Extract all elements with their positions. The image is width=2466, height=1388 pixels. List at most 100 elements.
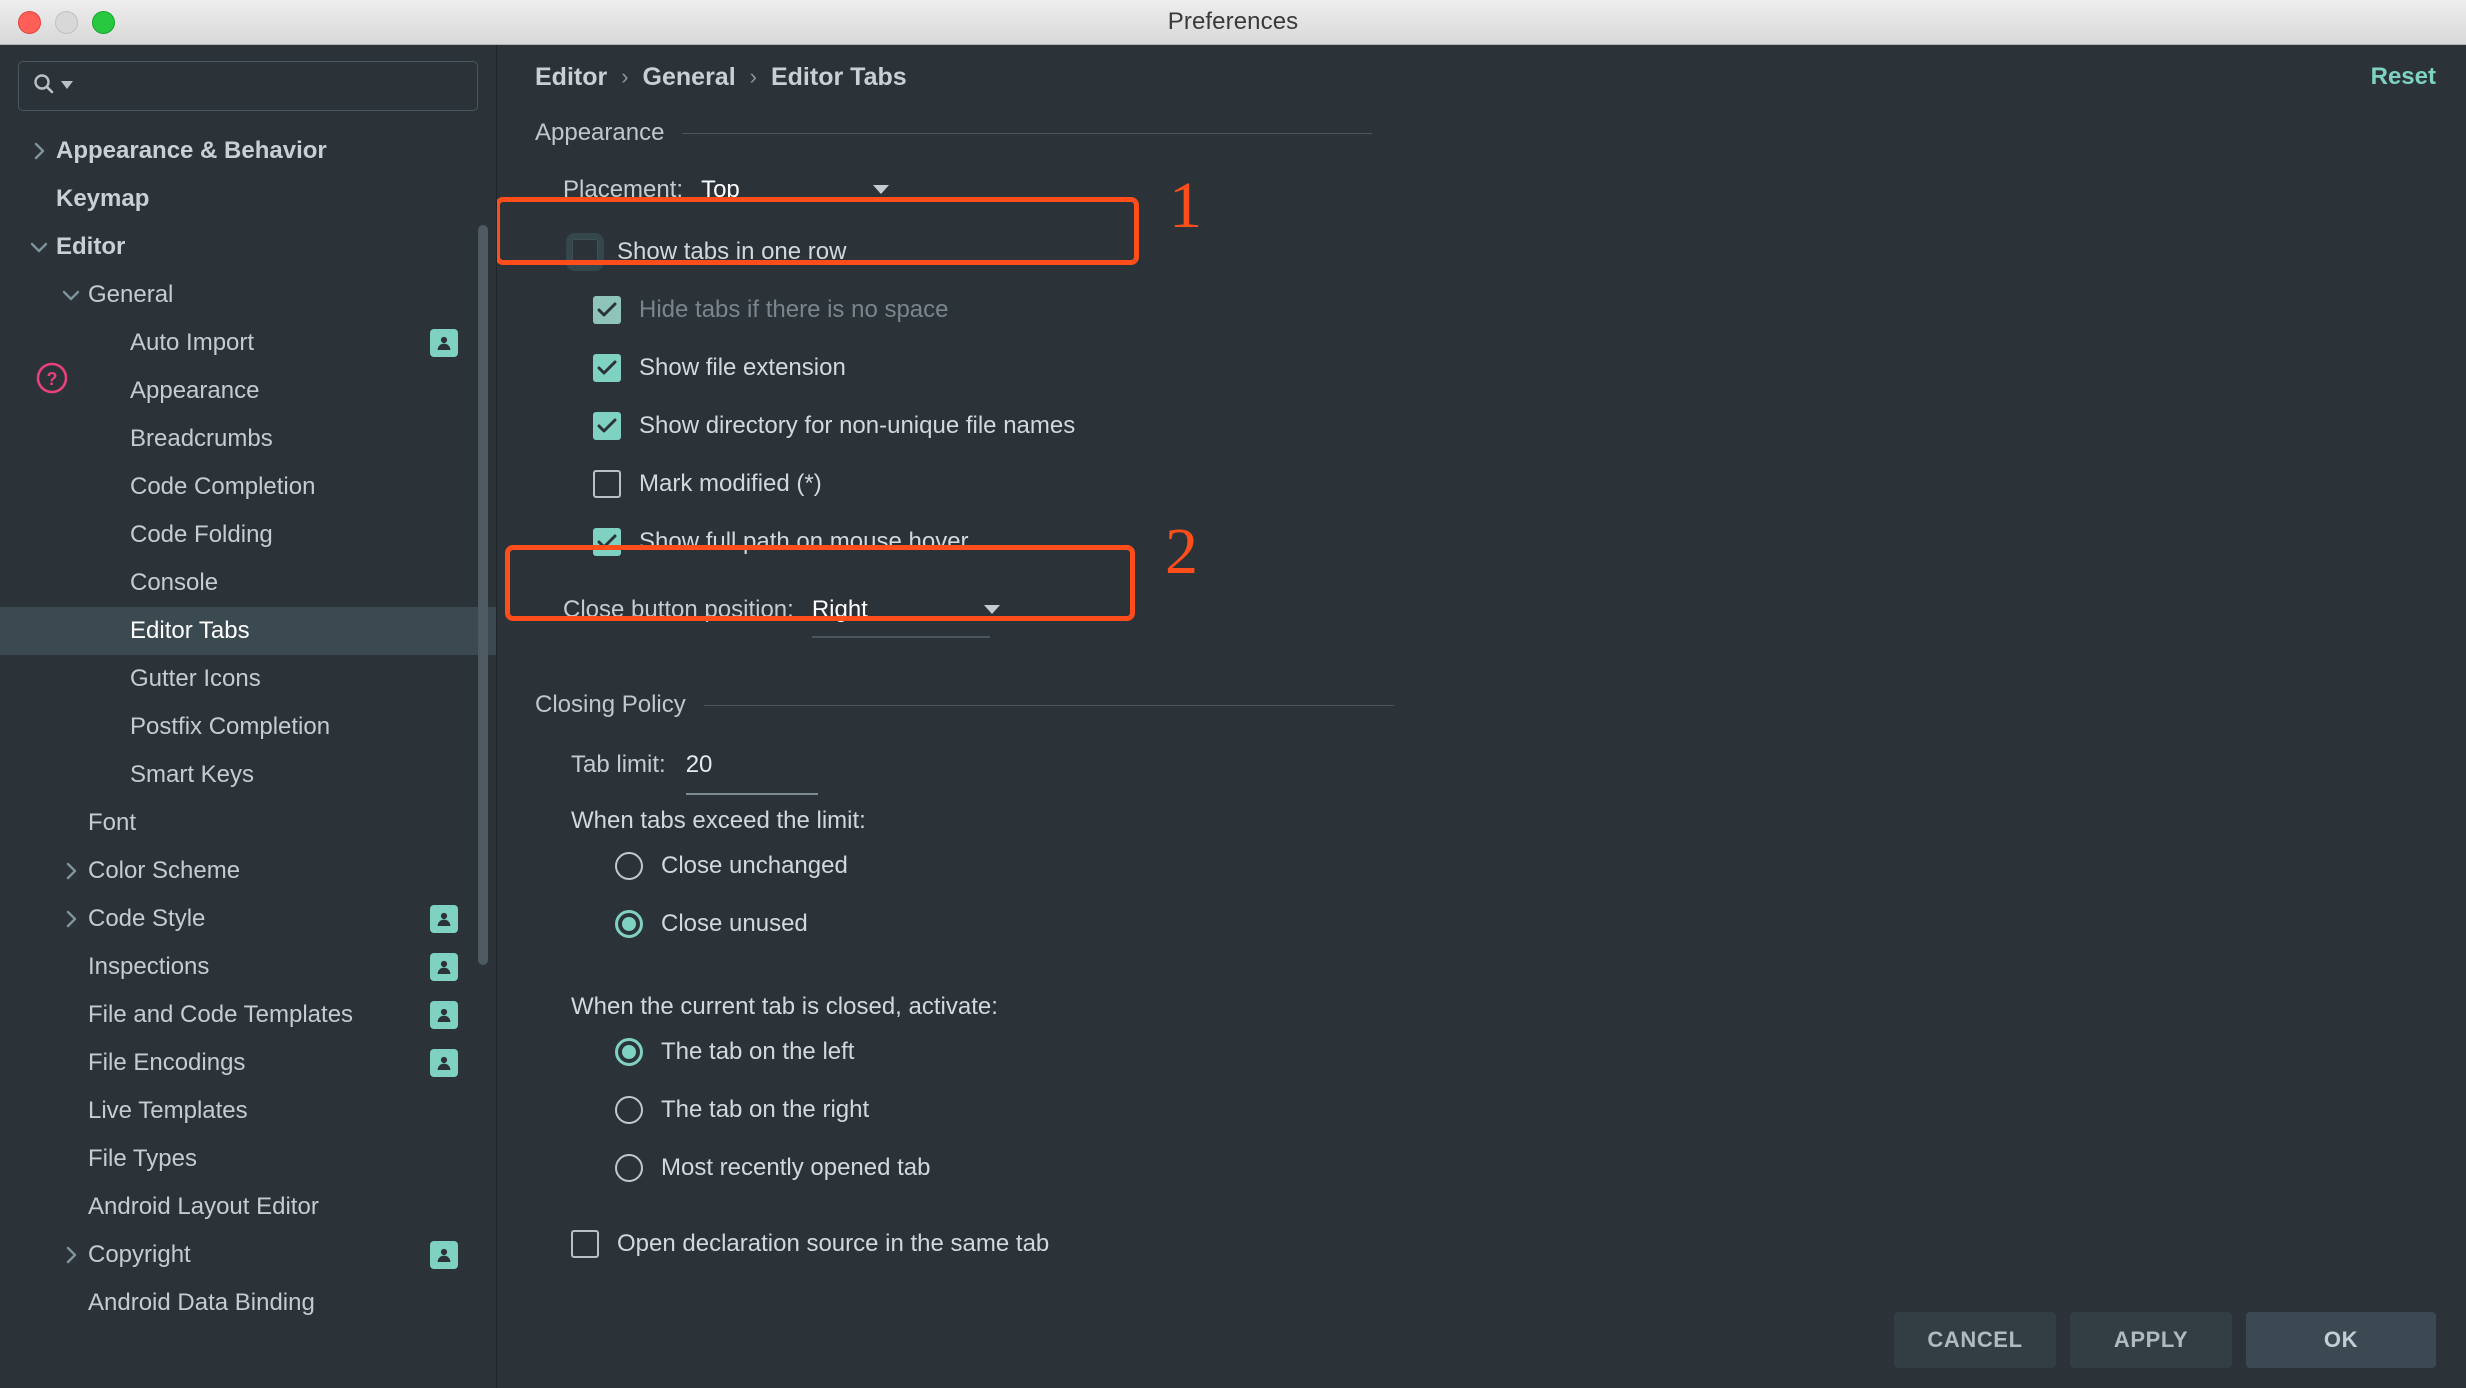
sidebar-item-code-completion[interactable]: Code Completion xyxy=(0,463,496,511)
minimize-button[interactable] xyxy=(55,10,78,34)
sidebar-item-color-scheme[interactable]: Color Scheme xyxy=(0,847,496,895)
sidebar-item-appearance-behavior[interactable]: Appearance & Behavior xyxy=(0,127,496,175)
apply-button[interactable]: APPLY xyxy=(2070,1312,2232,1368)
sidebar-item-breadcrumbs[interactable]: Breadcrumbs xyxy=(0,415,496,463)
chevron-right-icon[interactable] xyxy=(58,1242,84,1268)
close-unused-row[interactable]: Close unused xyxy=(615,895,2436,953)
sidebar-item-file-and-code-templates[interactable]: File and Code Templates xyxy=(0,991,496,1039)
close-unchanged-radio[interactable] xyxy=(615,852,643,880)
close-button[interactable] xyxy=(18,10,41,34)
open-declaration-label: Open declaration source in the same tab xyxy=(617,1230,1050,1257)
open-declaration-row[interactable]: Open declaration source in the same tab xyxy=(571,1215,2436,1273)
sidebar-item-smart-keys[interactable]: Smart Keys xyxy=(0,751,496,799)
sidebar-item-label: Console xyxy=(130,569,219,596)
sidebar-item-label: Gutter Icons xyxy=(130,665,261,692)
close-unchanged-row[interactable]: Close unchanged xyxy=(615,837,2436,895)
sidebar-item-label: Editor Tabs xyxy=(130,617,250,644)
when-tabs-exceed-label: When tabs exceed the limit: xyxy=(571,807,866,834)
section-divider xyxy=(682,132,1373,134)
show-full-path-row[interactable]: Show full path on mouse hover xyxy=(593,513,2436,571)
project-scope-badge-icon xyxy=(430,953,458,981)
sidebar-item-label: Android Layout Editor xyxy=(88,1193,319,1220)
show-file-extension-row[interactable]: Show file extension xyxy=(593,339,2436,397)
sidebar-item-keymap[interactable]: Keymap xyxy=(0,175,496,223)
breadcrumb-item-editor[interactable]: Editor xyxy=(535,63,607,92)
sidebar-item-label: Appearance & Behavior xyxy=(56,137,327,164)
ok-button[interactable]: OK xyxy=(2246,1312,2436,1368)
show-tabs-in-one-row-checkbox[interactable] xyxy=(566,233,604,271)
sidebar-item-android-data-binding[interactable]: Android Data Binding xyxy=(0,1279,496,1327)
chevron-down-icon[interactable] xyxy=(26,234,52,260)
zoom-button[interactable] xyxy=(92,10,115,34)
show-directory-row[interactable]: Show directory for non-unique file names xyxy=(593,397,2436,455)
show-file-extension-checkbox[interactable] xyxy=(593,354,621,382)
sidebar-item-general[interactable]: General xyxy=(0,271,496,319)
search-dropdown-icon[interactable] xyxy=(61,77,73,95)
close-button-position-value: Right xyxy=(811,596,868,623)
sidebar-item-label: File Encodings xyxy=(88,1049,246,1076)
tab-limit-value: 20 xyxy=(685,751,713,778)
reset-link[interactable]: Reset xyxy=(2371,63,2436,91)
show-directory-checkbox[interactable] xyxy=(593,412,621,440)
tab-on-right-radio[interactable] xyxy=(615,1096,643,1124)
sidebar-item-file-types[interactable]: File Types xyxy=(0,1135,496,1183)
tab-on-right-label: The tab on the right xyxy=(661,1096,870,1123)
sidebar-item-code-folding[interactable]: Code Folding xyxy=(0,511,496,559)
tab-on-left-radio[interactable] xyxy=(615,1038,643,1066)
sidebar-item-label: File Types xyxy=(88,1145,197,1172)
placement-dropdown[interactable]: Top xyxy=(701,176,891,204)
tab-on-left-row[interactable]: The tab on the left xyxy=(615,1023,2436,1081)
window-controls xyxy=(18,0,115,44)
search-container xyxy=(0,45,496,121)
most-recently-opened-row[interactable]: Most recently opened tab xyxy=(615,1139,2436,1197)
hide-tabs-if-no-space-row: Hide tabs if there is no space xyxy=(593,281,2436,339)
section-divider xyxy=(703,704,1394,706)
sidebar-item-editor-tabs[interactable]: Editor Tabs xyxy=(0,607,496,655)
sidebar-scrollbar-thumb[interactable] xyxy=(478,225,488,965)
help-button[interactable]: ? xyxy=(32,358,72,1030)
project-scope-badge-icon xyxy=(430,1241,458,1269)
sidebar-item-font[interactable]: Font xyxy=(0,799,496,847)
tab-limit-input[interactable]: 20 xyxy=(685,751,818,795)
settings-main-panel: Editor › General › Editor Tabs Reset App… xyxy=(497,45,2466,1388)
sidebar-item-label: Copyright xyxy=(88,1241,191,1268)
sidebar-item-file-encodings[interactable]: File Encodings xyxy=(0,1039,496,1087)
most-recently-opened-label: Most recently opened tab xyxy=(661,1154,931,1181)
mark-modified-checkbox[interactable] xyxy=(593,470,621,498)
sidebar-item-editor[interactable]: Editor xyxy=(0,223,496,271)
chevron-right-icon[interactable] xyxy=(26,138,52,164)
settings-tree[interactable]: Appearance & Behavior Keymap Editor General… xyxy=(0,121,496,1388)
sidebar-item-inspections[interactable]: Inspections xyxy=(0,943,496,991)
show-tabs-in-one-row-row[interactable]: Show tabs in one row xyxy=(566,223,2436,281)
window-titlebar: Preferences xyxy=(0,0,2466,45)
most-recently-opened-radio[interactable] xyxy=(615,1154,643,1182)
search-input[interactable] xyxy=(18,61,478,111)
window-body: Appearance & Behavior Keymap Editor General… xyxy=(0,45,2466,1388)
sidebar-item-label: Keymap xyxy=(56,185,150,212)
sidebar-item-copyright[interactable]: Copyright xyxy=(0,1231,496,1279)
sidebar-item-label: General xyxy=(88,281,174,308)
sidebar-item-postfix-completion[interactable]: Postfix Completion xyxy=(0,703,496,751)
hide-tabs-if-no-space-checkbox xyxy=(593,296,621,324)
sidebar-item-appearance[interactable]: Appearance xyxy=(0,367,496,415)
cancel-button[interactable]: CANCEL xyxy=(1894,1312,2056,1368)
open-declaration-checkbox[interactable] xyxy=(571,1230,599,1258)
close-button-position-dropdown[interactable]: Right xyxy=(811,596,1002,638)
show-full-path-checkbox[interactable] xyxy=(593,528,621,556)
show-full-path-label: Show full path on mouse hover xyxy=(639,528,969,555)
chevron-down-icon[interactable] xyxy=(58,282,84,308)
sidebar-item-code-style[interactable]: Code Style xyxy=(0,895,496,943)
sidebar-item-console[interactable]: Console xyxy=(0,559,496,607)
close-unused-radio[interactable] xyxy=(615,910,643,938)
sidebar-scrollbar[interactable] xyxy=(476,95,490,1348)
mark-modified-row[interactable]: Mark modified (*) xyxy=(593,455,2436,513)
sidebar-item-gutter-icons[interactable]: Gutter Icons xyxy=(0,655,496,703)
project-scope-badge-icon xyxy=(430,905,458,933)
sidebar-item-auto-import[interactable]: Auto Import xyxy=(0,319,496,367)
sidebar-item-android-layout-editor[interactable]: Android Layout Editor xyxy=(0,1183,496,1231)
tab-on-right-row[interactable]: The tab on the right xyxy=(615,1081,2436,1139)
dialog-footer: CANCEL APPLY OK xyxy=(497,1292,2466,1388)
sidebar-item-label: Appearance xyxy=(130,377,260,404)
breadcrumb-item-general[interactable]: General xyxy=(643,63,736,92)
sidebar-item-live-templates[interactable]: Live Templates xyxy=(0,1087,496,1135)
